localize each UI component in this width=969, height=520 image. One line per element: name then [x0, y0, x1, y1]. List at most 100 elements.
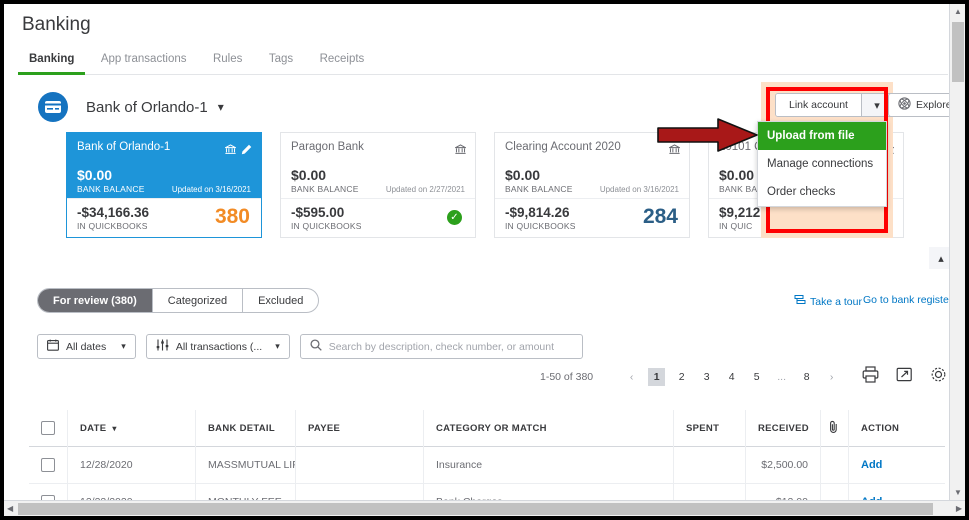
page-button-3[interactable]: 3 [698, 368, 715, 386]
chevron-down-icon: ▾ [275, 341, 280, 351]
card-bank-balance: $0.00 [505, 167, 541, 183]
row-checkbox[interactable] [41, 458, 55, 472]
menu-item-order-checks[interactable]: Order checks [758, 178, 886, 206]
cell-action: Add [848, 446, 943, 484]
paperclip-icon [828, 420, 839, 436]
cell-category[interactable]: Insurance [423, 446, 673, 484]
tab-receipts[interactable]: Receipts [309, 53, 376, 73]
page-button-2[interactable]: 2 [673, 368, 690, 386]
card-transaction-count[interactable]: 284 [643, 205, 678, 229]
gear-icon[interactable] [930, 366, 947, 388]
go-to-bank-register-link[interactable]: Go to bank register [863, 294, 952, 306]
account-card-paragon-bank[interactable]: Paragon Bank $0.00 BANK BALANCE Updated … [280, 132, 476, 238]
card-updated-date: Updated on 3/16/2021 [599, 185, 679, 194]
tab-rules[interactable]: Rules [202, 53, 253, 73]
tab-banking[interactable]: Banking [18, 53, 85, 76]
take-a-tour-link[interactable]: Take a tour [794, 294, 862, 309]
tab-categorized[interactable]: Categorized [153, 289, 244, 312]
pencil-icon[interactable] [241, 142, 252, 160]
chevron-right-icon[interactable]: › [823, 368, 840, 386]
card-title: Paragon Bank [291, 141, 364, 153]
page-button-1[interactable]: 1 [648, 368, 666, 386]
add-button[interactable]: Add [861, 459, 882, 471]
tab-excluded[interactable]: Excluded [243, 289, 318, 312]
chevron-down-icon[interactable]: ▾ [218, 100, 224, 114]
print-icon[interactable] [862, 366, 879, 388]
bank-icon[interactable] [223, 142, 238, 160]
card-title: Clearing Account 2020 [505, 141, 621, 153]
link-account-button[interactable]: Link account [776, 94, 861, 116]
scroll-right-arrow-icon[interactable]: ▶ [956, 504, 962, 513]
bank-card-icon [38, 92, 68, 122]
menu-item-upload-from-file[interactable]: Upload from file [758, 122, 886, 150]
select-all-cell [29, 410, 67, 447]
calendar-icon [47, 339, 59, 354]
column-header-bank-detail[interactable]: BANK DETAIL [195, 409, 295, 447]
scroll-down-arrow-icon[interactable]: ▼ [954, 488, 962, 497]
account-name: Bank of Orlando-1 [86, 98, 208, 116]
search-input[interactable] [328, 340, 573, 353]
card-qb-balance: -$595.00 [291, 205, 345, 220]
page-button-4[interactable]: 4 [723, 368, 740, 386]
horizontal-scrollbar[interactable]: ◀ ▶ [4, 500, 965, 516]
main-tabbar: Banking App transactions Rules Tags Rece… [18, 49, 948, 75]
page-title: Banking [22, 14, 91, 35]
card-transaction-count[interactable]: 380 [215, 205, 250, 229]
date-filter[interactable]: All dates ▾ [37, 334, 136, 359]
link-account-group: Link account ▾ [775, 93, 893, 117]
horizontal-scrollbar-thumb[interactable] [18, 503, 933, 515]
row-select-cell [29, 447, 67, 484]
export-icon[interactable] [896, 366, 913, 388]
review-tabs: For review (380) Categorized Excluded [37, 288, 320, 313]
tour-signpost-icon [794, 294, 806, 309]
column-header-date[interactable]: DATE ▾ [67, 409, 195, 447]
sort-desc-icon[interactable]: ▾ [112, 424, 116, 433]
explore-label: Explore [916, 99, 952, 111]
column-header-payee[interactable]: PAYEE [295, 409, 423, 447]
vertical-scrollbar-thumb[interactable] [952, 22, 964, 82]
column-header-spent[interactable]: SPENT [673, 409, 745, 447]
scroll-left-arrow-icon[interactable]: ◀ [7, 504, 13, 513]
bank-icon[interactable] [453, 142, 468, 160]
vertical-scrollbar[interactable]: ▲ ▼ [949, 4, 965, 500]
table-row[interactable]: 12/28/2020 MASSMUTUAL LIFE MAS Insurance… [29, 446, 945, 484]
table-header-row: DATE ▾ BANK DETAIL PAYEE CATEGORY OR MAT… [29, 409, 945, 447]
tab-for-review[interactable]: For review (380) [38, 289, 153, 312]
scroll-up-arrow-icon[interactable]: ▲ [954, 7, 962, 16]
card-bank-balance: $0.00 [291, 167, 327, 183]
filter-row: All dates ▾ All transactions (... ▾ [37, 334, 583, 359]
column-header-received[interactable]: RECEIVED [745, 409, 820, 447]
cell-bank-detail: MASSMUTUAL LIFE MAS [195, 446, 295, 484]
pagination-range: 1-50 of 380 [540, 371, 594, 383]
cell-received: $2,500.00 [745, 446, 820, 484]
green-check-icon: ✓ [447, 210, 462, 225]
cell-attachment[interactable] [820, 446, 848, 484]
quickbooks-banking-page: Banking Banking App transactions Rules T… [4, 4, 965, 516]
cell-date: 12/28/2020 [67, 446, 195, 484]
column-header-category[interactable]: CATEGORY OR MATCH [423, 409, 673, 447]
select-all-checkbox[interactable] [41, 421, 55, 435]
card-updated-date: Updated on 3/16/2021 [171, 185, 251, 194]
table-action-icons [862, 366, 947, 388]
tab-tags[interactable]: Tags [258, 53, 304, 73]
search-icon [310, 338, 322, 356]
column-header-action: ACTION [848, 409, 943, 447]
search-box[interactable] [299, 334, 583, 359]
sliders-icon [156, 339, 169, 354]
card-updated-date: Updated on 2/27/2021 [385, 185, 465, 194]
tab-app-transactions[interactable]: App transactions [90, 53, 198, 73]
account-card-bank-of-orlando-1[interactable]: Bank of Orlando-1 $0.00 BANK BALANCE Upd… [66, 132, 262, 238]
column-header-attachment [820, 409, 848, 447]
page-ellipsis: ... [777, 371, 787, 383]
page-button-5[interactable]: 5 [748, 368, 765, 386]
transactions-filter[interactable]: All transactions (... ▾ [145, 334, 290, 359]
cell-payee[interactable] [295, 446, 423, 484]
page-button-8[interactable]: 8 [798, 368, 815, 386]
card-bank-balance: $0.00 [77, 167, 113, 183]
link-account-dropdown-menu: Upload from file Manage connections Orde… [757, 121, 887, 207]
menu-item-manage-connections[interactable]: Manage connections [758, 150, 886, 178]
chevron-left-icon[interactable]: ‹ [623, 368, 640, 386]
transactions-filter-label: All transactions (... [175, 340, 263, 353]
pagination: 1-50 of 380 ‹ 1 2 3 4 5 ... 8 › [540, 368, 844, 386]
explore-atom-icon [898, 97, 911, 113]
